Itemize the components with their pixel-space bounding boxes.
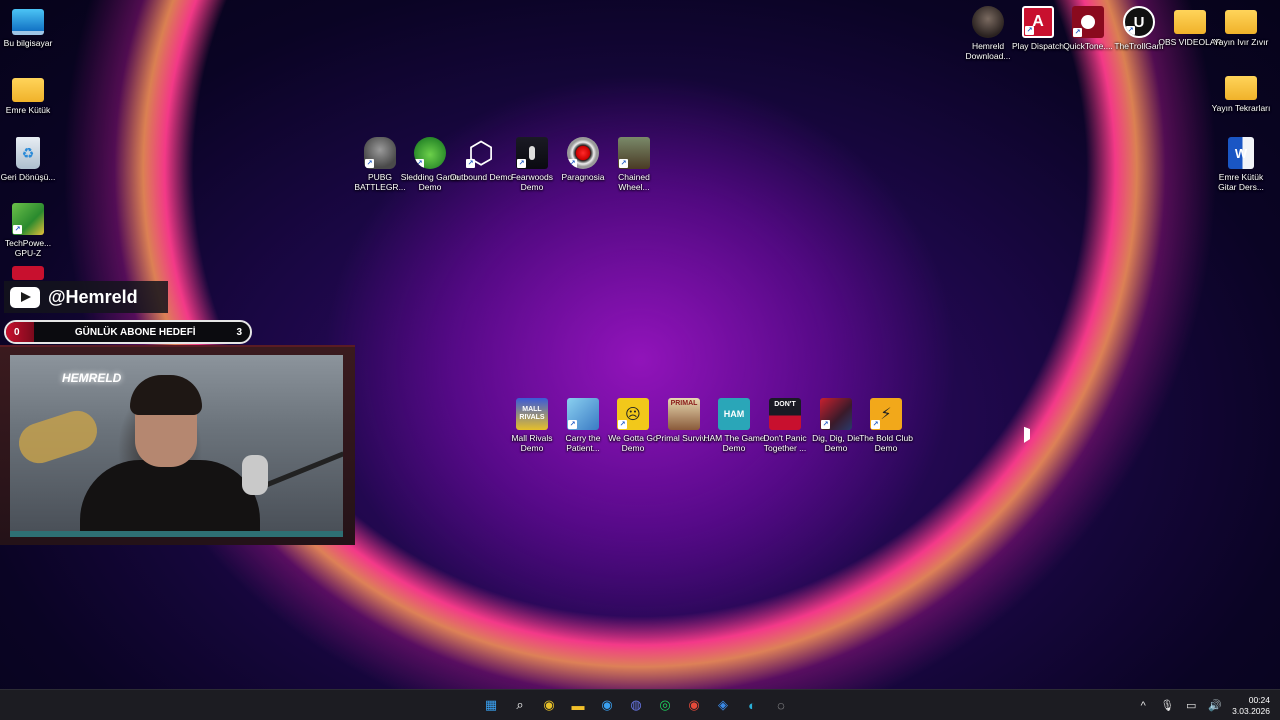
chevron-up-icon[interactable]: ^ <box>1136 700 1150 712</box>
mouse-cursor <box>1024 426 1030 446</box>
taskbar-apps: ▦ ⌕ ◉ ▬ ◉ ◍ ◎ ◉ ◈ ◐ ◌ <box>479 693 793 717</box>
discord-icon[interactable]: ◍ <box>624 693 648 717</box>
frog-icon: ↗ <box>414 137 446 169</box>
start-icon[interactable]: ▦ <box>479 693 503 717</box>
fearwoods-icon: ↗ <box>516 137 548 169</box>
webcam-frame: HEMRELD <box>0 345 355 545</box>
microphone-icon[interactable]: 🎙 <box>1160 699 1174 712</box>
ham-icon: HAM <box>718 398 750 430</box>
youtube-icon <box>10 286 40 308</box>
subscriber-goal-bar: 0 GÜNLÜK ABONE HEDEFİ 3 <box>4 320 252 344</box>
desktop-icon-label: Bu bilgisayar <box>3 38 53 48</box>
chrome-icon-2[interactable]: ◉ <box>595 693 619 717</box>
goal-title: GÜNLÜK ABONE HEDEFİ <box>74 326 196 338</box>
youtube-handle-badge: @Hemreld <box>4 281 168 313</box>
dontpanic-icon: DON'T <box>769 398 801 430</box>
mic-arm <box>259 451 343 490</box>
folder-icon <box>1225 76 1257 100</box>
clock-date: 3.03.2026 <box>1232 705 1270 716</box>
desktop-icon-label: Emre Kütük Gitar Ders... <box>1218 172 1264 192</box>
desktop-icon-label: Chained Wheel... <box>618 172 650 192</box>
chrome-icon[interactable]: ◉ <box>537 693 561 717</box>
desktop-icon-this-pc[interactable]: Bu bilgisayar <box>0 6 56 48</box>
desktop-icon-label: Yayın Ivır Zıvır <box>1213 37 1269 47</box>
edge-icon[interactable]: ◐ <box>740 693 764 717</box>
guitar-image <box>13 405 103 469</box>
monitor-icon <box>12 9 44 35</box>
primal-icon: PRIMAL <box>668 398 700 430</box>
quicktone-icon: ↗ <box>1072 6 1104 38</box>
desktop-icon-yayin-tekrarlari[interactable]: Yayın Tekrarları <box>1212 72 1270 113</box>
desktop-icon-label: The Bold Club Demo <box>859 433 913 453</box>
desktop-icon-we-gotta-go[interactable]: ☹ ↗ We Gotta Go Demo <box>605 398 661 453</box>
file-explorer-icon[interactable]: ▬ <box>566 693 590 717</box>
boldclub-icon: ⚡ ↗ <box>870 398 902 430</box>
desktop-icon-recycle-bin[interactable]: ♻ Geri Dönüşü... <box>0 137 56 182</box>
desktop-icon-emre-kutuk[interactable]: Emre Kütük <box>0 72 56 115</box>
spotify-icon[interactable]: ◎ <box>653 693 677 717</box>
dispatch-icon: A ↗ <box>1022 6 1054 38</box>
streamer-hair <box>130 375 202 415</box>
folder-icon <box>1225 10 1257 34</box>
app-icon[interactable]: ◈ <box>711 693 735 717</box>
system-tray: ^ 🎙 ▭ 🔊 00:24 3.03.2026 <box>1136 690 1270 720</box>
desktop-icon-sledding-game[interactable]: ↗ Sledding Game Demo <box>401 137 459 192</box>
clock[interactable]: 00:24 3.03.2026 <box>1232 695 1270 717</box>
patient-icon: ↗ <box>567 398 599 430</box>
desktop-icon-label: TechPowe... GPU-Z <box>4 238 52 258</box>
desktop-icon-label: Emre Kütük <box>5 105 51 115</box>
desktop-icon-chained-wheels[interactable]: ↗ Chained Wheel... <box>606 137 662 192</box>
recycle-bin-icon: ♻ <box>16 137 40 169</box>
desktop-icon-fearwoods[interactable]: ↗ Fearwoods Demo <box>504 137 560 192</box>
webcam-feed: HEMRELD <box>10 355 343 537</box>
microphone-image <box>242 455 268 495</box>
volume-icon[interactable]: 🔊 <box>1208 699 1222 712</box>
search-icon[interactable]: ⌕ <box>508 693 532 717</box>
desktop-icon-gpuz[interactable]: ↗ TechPowe... GPU-Z <box>0 203 56 258</box>
truck-icon: ↗ <box>618 137 650 169</box>
mall-rivals-icon: MALL RIVALS <box>516 398 548 430</box>
desktop-icon-label: Yayın Tekrarları <box>1211 103 1271 113</box>
eye-icon: ↗ <box>567 137 599 169</box>
chrome-icon-3[interactable]: ◉ <box>682 693 706 717</box>
wegottago-icon: ☹ ↗ <box>617 398 649 430</box>
network-icon[interactable]: ▭ <box>1184 699 1198 712</box>
youtube-handle: @Hemreld <box>48 286 138 307</box>
desktop-icon-label: Geri Dönüşü... <box>0 172 56 182</box>
desktop-icon-the-bold-club[interactable]: ⚡ ↗ The Bold Club Demo <box>858 398 914 453</box>
obs-icon[interactable]: ◌ <box>769 693 793 717</box>
clock-time: 00:24 <box>1248 694 1270 705</box>
pubg-icon: ↗ <box>364 137 396 169</box>
neon-sign: HEMRELD <box>62 371 122 385</box>
goal-current: 0 <box>14 326 20 338</box>
goal-target: 3 <box>236 326 242 338</box>
taskbar: ▦ ⌕ ◉ ▬ ◉ ◍ ◎ ◉ ◈ ◐ ◌ ^ 🎙 ▭ 🔊 00:24 3.03.2026 <box>0 689 1280 720</box>
avatar-icon <box>972 6 1004 38</box>
unreal-icon: U ↗ <box>1123 6 1155 38</box>
gpuz-icon: ↗ <box>12 203 44 235</box>
folder-icon <box>12 78 44 102</box>
streamer-body <box>80 460 260 531</box>
desktop-icon-hemreld-download[interactable]: Hemreld Download... <box>960 6 1016 61</box>
desktop-icon-yayin-ivir-zivir[interactable]: Yayın Ivır Zıvır <box>1213 6 1269 47</box>
folder-icon <box>1174 10 1206 34</box>
desktop-icon-gitar-dersleri[interactable]: W Emre Kütük Gitar Ders... <box>1213 137 1269 192</box>
hexagon-icon: ⬡ ↗ <box>466 137 495 169</box>
digdigdie-icon: ↗ <box>820 398 852 430</box>
desktop-icon-hwmonitor[interactable] <box>0 266 56 280</box>
word-icon: W <box>1228 137 1254 169</box>
hwmonitor-icon <box>12 266 44 280</box>
